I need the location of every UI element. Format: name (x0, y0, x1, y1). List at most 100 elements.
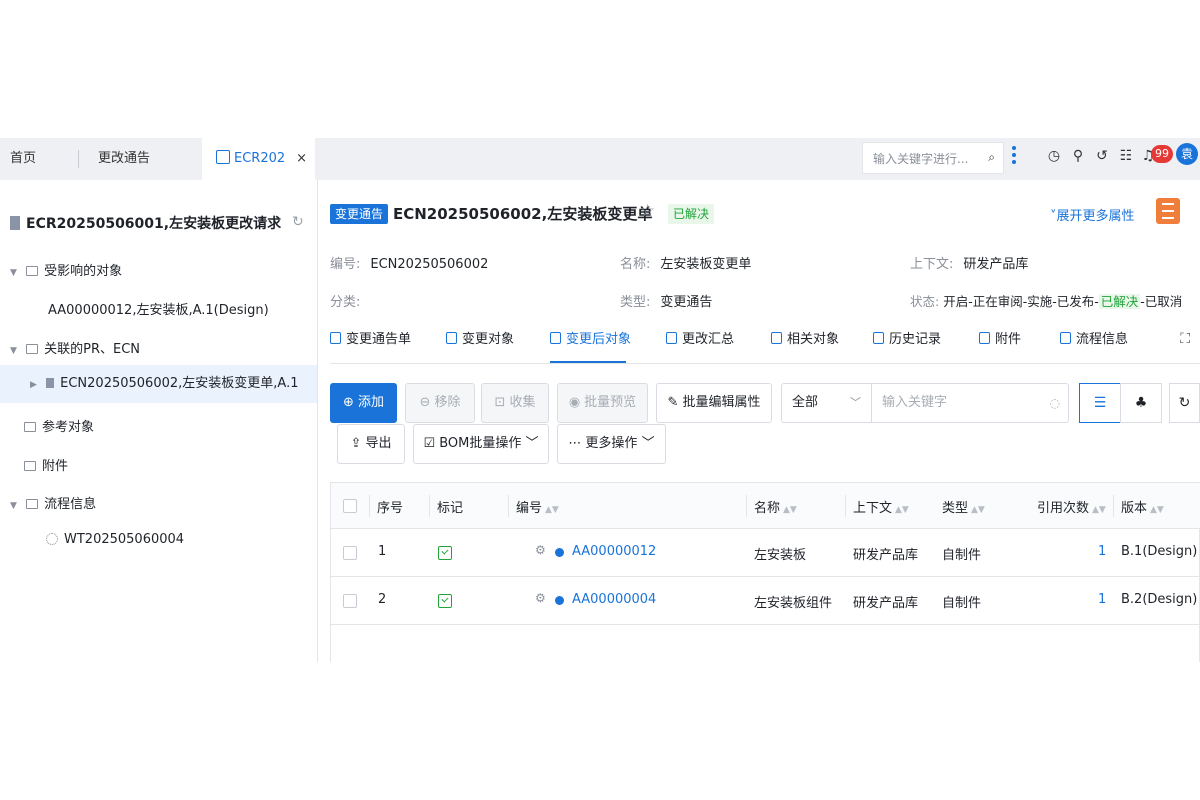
tab-change-objects[interactable]: 变更对象 (446, 328, 514, 347)
prop-context-value: 研发产品库 (963, 257, 1029, 272)
tab-change-notice-form[interactable]: 变更通告单 (330, 328, 411, 347)
plus-circle-icon: ⊕ (343, 395, 354, 410)
remove-button[interactable]: ⊖ 移除 (405, 383, 475, 423)
tree-node-related-label: 关联的PR、ECN (44, 342, 141, 357)
attachment-icon (979, 332, 990, 344)
tab-change-summary[interactable]: 更改汇总 (666, 328, 734, 347)
cell-ref-count[interactable]: 1 (1098, 592, 1106, 607)
cell-ref-count[interactable]: 1 (1098, 544, 1106, 559)
prop-name: 名称: 左安装板变更单 (620, 253, 751, 272)
cube-icon (446, 332, 457, 344)
table-header: 序号 标记 编号 ▲▼ 名称 ▲▼ 上下文 ▲▼ 类型 ▲▼ 引用次数 ▲▼ 版本 ▲▼ (331, 483, 1200, 529)
tab-label: 变更后对象 (566, 332, 632, 347)
close-tab-button[interactable]: × (296, 138, 307, 180)
active-tab-indicator (550, 361, 626, 363)
caret-down-icon[interactable]: ▼ (10, 268, 22, 278)
sort-icon[interactable]: ▲▼ (783, 505, 797, 515)
select-all-checkbox[interactable] (343, 499, 357, 513)
tree-node-related-child[interactable]: ▶ ECN20250506002,左安装板变更单,A.1 (0, 365, 317, 403)
history-icon[interactable]: ↺ (1093, 147, 1111, 165)
collect-icon: ⊡ (494, 395, 506, 410)
chevron-down-icon: ﹀ (637, 436, 655, 451)
tab-ecr[interactable]: ECR202 × (202, 138, 315, 180)
form-icon[interactable] (1156, 198, 1180, 224)
search-icon[interactable]: ⌕ (988, 150, 995, 165)
sort-icon[interactable]: ▲▼ (895, 505, 909, 515)
table-row[interactable]: 2 ⚙ AA00000004 左安装板组件 研发产品库 自制件 1 B.2(De… (331, 577, 1200, 625)
tree-node-affected[interactable]: ▼ 受影响的对象 (10, 260, 122, 279)
row-checkbox[interactable] (343, 594, 357, 608)
list-view-button[interactable]: ☰ (1079, 383, 1121, 423)
col-ref-count-label: 引用次数 (1037, 501, 1090, 516)
tree-node-related[interactable]: ▼ 关联的PR、ECN (10, 338, 140, 357)
tab-home[interactable]: 首页 (10, 138, 36, 180)
add-button[interactable]: ⊕ 添加 (330, 383, 397, 423)
star-icon[interactable]: ☆ (640, 201, 655, 221)
column-divider (369, 495, 370, 517)
clear-icon[interactable]: ◌ (1050, 384, 1060, 422)
prop-name-label: 名称: (620, 257, 651, 272)
tree-node-workflow-child[interactable]: WT202505060004 (46, 532, 184, 547)
batch-preview-label: 批量预览 (584, 395, 637, 410)
table-row[interactable]: 1 ⚙ AA00000012 左安装板 研发产品库 自制件 1 B.1(Desi… (331, 529, 1200, 577)
export-button[interactable]: ⇪ 导出 (337, 424, 405, 464)
caret-down-icon[interactable]: ▼ (10, 501, 22, 511)
tree-node-workflow[interactable]: ▼ 流程信息 (10, 493, 96, 512)
col-number[interactable]: 编号 ▲▼ (516, 497, 559, 516)
sort-icon[interactable]: ▲▼ (545, 505, 559, 515)
more-actions-button[interactable]: ⋯ 更多操作 ﹀ (557, 424, 666, 464)
tree-root[interactable]: ECR20250506001,左安装板更改请求 (10, 213, 281, 233)
caret-right-icon[interactable]: ▶ (30, 366, 42, 404)
tree-node-affected-child[interactable]: AA00000012,左安装板,A.1(Design) (48, 299, 269, 318)
collect-button[interactable]: ⊡ 收集 (481, 383, 549, 423)
caret-down-icon[interactable]: ▼ (10, 346, 22, 356)
notification-badge: 99 (1151, 145, 1173, 163)
sort-icon[interactable]: ▲▼ (1092, 505, 1106, 515)
clock-icon[interactable]: ◷ (1045, 147, 1063, 165)
refresh-icon[interactable]: ↻ (292, 214, 304, 230)
prop-state-flow: 开启-正在审阅-实施-已发布- (943, 294, 1099, 309)
chevron-down-icon: ﹀ (521, 436, 539, 451)
tab-workflow[interactable]: 流程信息 (1060, 328, 1128, 347)
bom-batch-button[interactable]: ☑ BOM批量操作 ﹀ (413, 424, 549, 464)
tab-related-objects[interactable]: 相关对象 (771, 328, 839, 347)
tab-history[interactable]: 历史记录 (873, 328, 941, 347)
tab-changed-objects[interactable]: 变更后对象 (550, 328, 631, 347)
col-ref-count[interactable]: 引用次数 ▲▼ (1037, 497, 1106, 516)
batch-preview-button[interactable]: ◉ 批量预览 (557, 383, 648, 423)
col-type[interactable]: 类型 ▲▼ (942, 497, 985, 516)
add-button-label: 添加 (357, 395, 384, 410)
fullscreen-icon[interactable]: ⛶ (1180, 331, 1190, 347)
col-name[interactable]: 名称 ▲▼ (754, 497, 797, 516)
prop-number: 编号: ECN20250506002 (330, 253, 488, 272)
object-tree: ECR20250506001,左安装板更改请求 ↻ ▼ 受影响的对象 AA000… (0, 180, 318, 662)
tab-label: 相关对象 (787, 332, 840, 347)
col-type-label: 类型 (942, 501, 969, 516)
column-divider (429, 495, 430, 517)
batch-edit-button[interactable]: ✎ 批量编辑属性 (656, 383, 772, 423)
loading-icon (46, 533, 58, 545)
col-index: 序号 (377, 501, 404, 516)
row-checkbox[interactable] (343, 546, 357, 560)
list-icon[interactable]: ☷ (1117, 147, 1135, 165)
user-switch-icon[interactable]: ⚲ (1069, 147, 1087, 165)
cell-number-link[interactable]: AA00000004 (572, 592, 656, 607)
cell-number-link[interactable]: AA00000012 (572, 544, 656, 559)
tree-node-attachment[interactable]: 附件 (24, 455, 68, 474)
sort-icon[interactable]: ▲▼ (1150, 505, 1164, 515)
more-menu-icon[interactable] (1012, 146, 1016, 168)
tab-attachments[interactable]: 附件 (979, 328, 1021, 347)
col-version[interactable]: 版本 ▲▼ (1121, 497, 1164, 516)
global-search-input[interactable]: 输入关键字进行... ⌕ (862, 142, 1004, 174)
cell-index: 2 (378, 592, 387, 607)
expand-properties-link[interactable]: ˅展开更多属性 (1050, 205, 1135, 224)
filter-select[interactable]: 全部 ﹀ (781, 383, 871, 423)
sort-icon[interactable]: ▲▼ (971, 505, 985, 515)
avatar[interactable]: 袁 (1176, 143, 1198, 165)
refresh-button[interactable]: ↻ (1169, 383, 1200, 423)
tree-node-reference[interactable]: 参考对象 (24, 416, 94, 435)
tree-view-button[interactable]: ♣ (1120, 383, 1162, 423)
keyword-input[interactable]: 输入关键字 ◌ (871, 383, 1069, 423)
col-context[interactable]: 上下文 ▲▼ (853, 497, 909, 516)
tab-change-notice[interactable]: 更改通告 (98, 138, 150, 180)
